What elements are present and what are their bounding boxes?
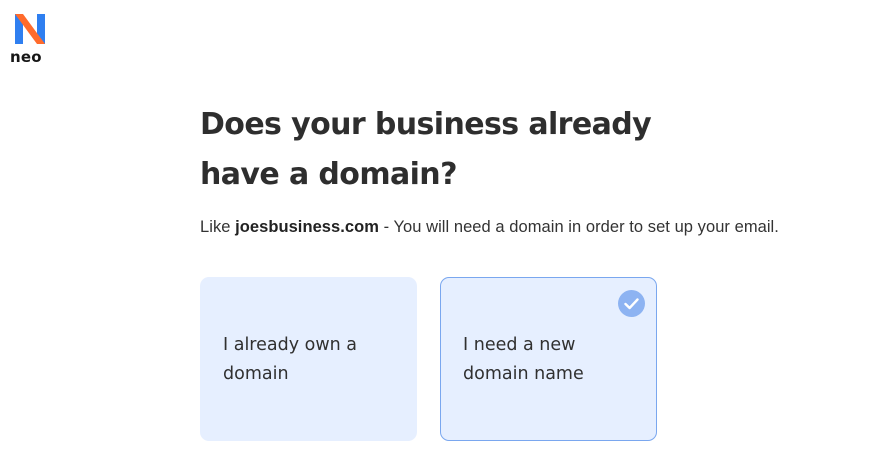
question-section: Does your business already have a domain…	[200, 100, 890, 441]
checkmark-circle-icon	[618, 290, 645, 317]
page-subtitle: Like joesbusiness.com - You will need a …	[200, 218, 890, 237]
brand-name: neo	[10, 48, 42, 66]
domain-options: I already own a domain I need a new doma…	[200, 277, 657, 441]
subtitle-suffix: - You will need a domain in order to set…	[378, 218, 779, 236]
page: neo Does your business already have a do…	[0, 0, 895, 460]
option-new-domain[interactable]: I need a new domain name	[440, 277, 657, 441]
option-own-domain[interactable]: I already own a domain	[200, 277, 417, 441]
option-own-domain-label: I already own a domain	[223, 335, 358, 384]
neo-logo[interactable]: neo	[10, 11, 54, 69]
page-title: Does your business already have a domain…	[200, 107, 652, 192]
option-new-domain-label: I need a new domain name	[463, 335, 584, 384]
subtitle-prefix: Like	[200, 218, 236, 236]
subtitle-example-domain: joesbusiness.com	[235, 218, 379, 236]
neo-logo-icon	[15, 14, 45, 44]
